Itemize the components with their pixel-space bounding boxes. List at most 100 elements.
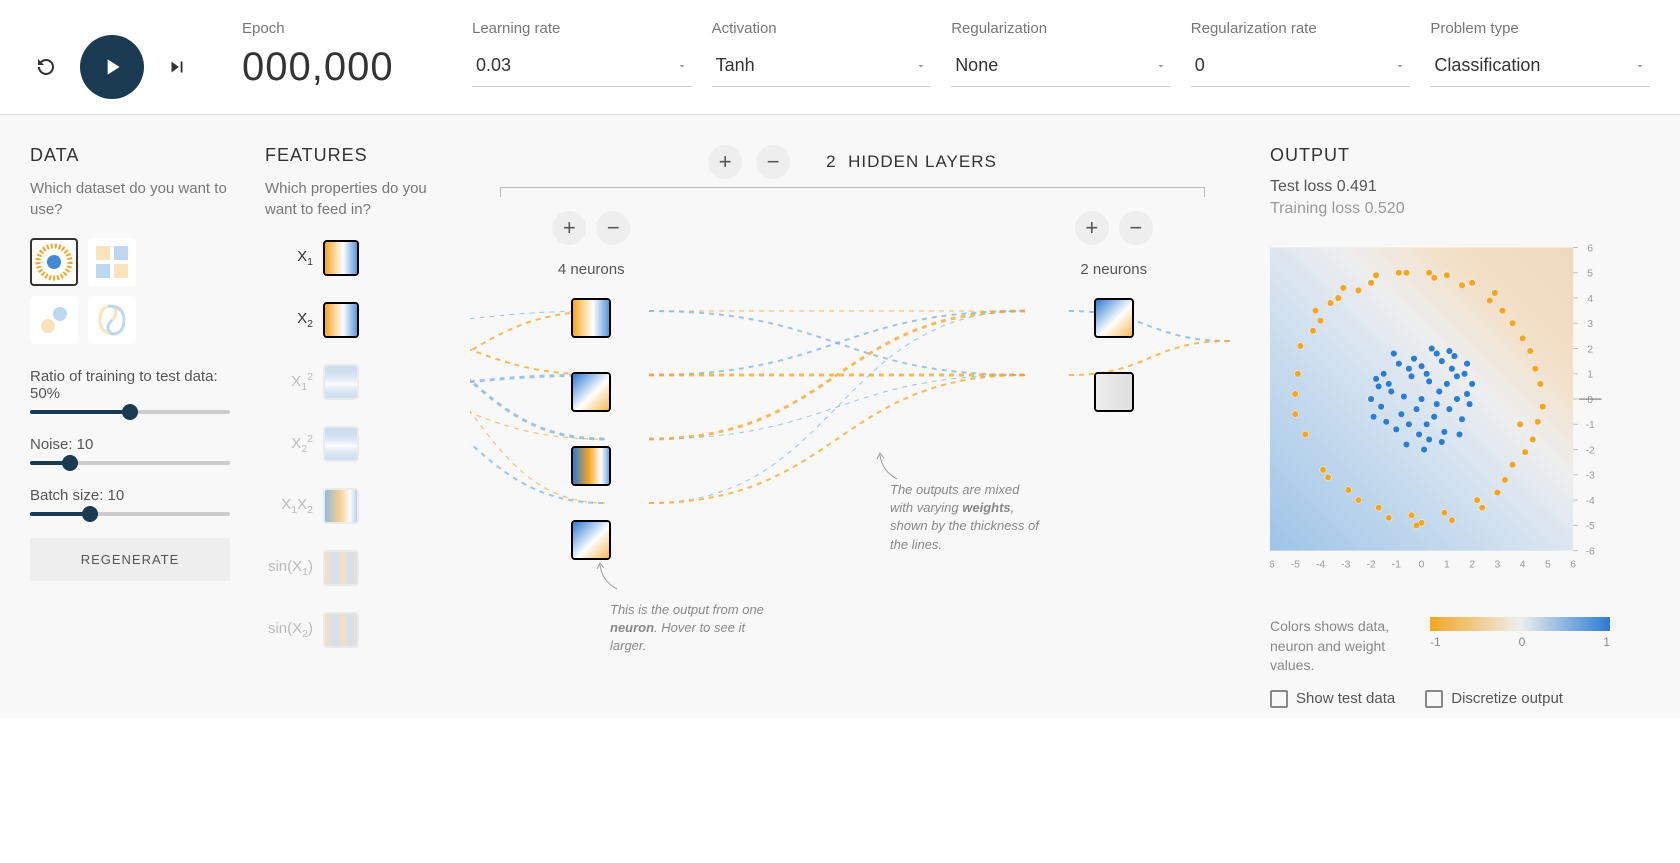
feature-thumb <box>323 364 359 400</box>
dataset-circle-icon <box>34 242 74 282</box>
hidden-layer-2: + − 2 neurons <box>1075 211 1153 691</box>
svg-text:-3: -3 <box>1341 560 1350 571</box>
ratio-slider[interactable] <box>30 410 230 414</box>
feature-thumb <box>323 302 359 338</box>
feature-label: X1 <box>265 248 313 268</box>
svg-text:-2: -2 <box>1586 445 1595 456</box>
reset-button[interactable] <box>30 51 62 83</box>
dataset-gauss[interactable] <box>30 296 78 344</box>
dataset-spiral-icon <box>92 300 132 340</box>
feature-1[interactable]: X2 <box>265 300 435 340</box>
svg-text:-1: -1 <box>1392 560 1401 571</box>
feature-label: sin(X2) <box>265 620 313 640</box>
regularization-rate-label: Regularization rate <box>1191 20 1411 37</box>
noise-label: Noise: 10 <box>30 436 230 453</box>
svg-text:6: 6 <box>1587 243 1593 254</box>
batch-slider[interactable] <box>30 512 230 516</box>
features-subtitle: Which properties do you want to feed in? <box>265 178 435 220</box>
feature-thumb <box>323 426 359 462</box>
neuron-l1-2[interactable] <box>571 372 611 412</box>
svg-text:-2: -2 <box>1366 560 1375 571</box>
neuron-l1-4[interactable] <box>571 520 611 560</box>
hidden-count: 2 <box>826 152 836 171</box>
add-layer-button[interactable]: + <box>708 145 742 179</box>
regularization-rate-select[interactable]: 0 <box>1191 45 1411 87</box>
problem-type-select[interactable]: Classification <box>1430 45 1650 87</box>
chevron-down-icon <box>1394 60 1406 72</box>
chevron-down-icon <box>676 60 688 72</box>
noise-slider[interactable] <box>30 461 230 465</box>
data-title: DATA <box>30 145 230 166</box>
dataset-spiral[interactable] <box>88 296 136 344</box>
svg-text:5: 5 <box>1545 560 1551 571</box>
activation-select[interactable]: Tanh <box>712 45 932 87</box>
feature-0[interactable]: X1 <box>265 238 435 278</box>
dataset-gauss-icon <box>34 300 74 340</box>
neuron-count-l2: 2 neurons <box>1080 261 1147 278</box>
play-button[interactable] <box>80 35 144 99</box>
play-icon <box>99 54 125 80</box>
color-legend: -1 0 1 <box>1430 617 1610 649</box>
chevron-down-icon <box>915 60 927 72</box>
neuron-l1-1[interactable] <box>571 298 611 338</box>
svg-text:-4: -4 <box>1586 496 1595 507</box>
feature-thumb <box>323 488 359 524</box>
remove-neuron-button-l2[interactable]: − <box>1119 211 1153 245</box>
remove-layer-button[interactable]: − <box>756 145 790 179</box>
feature-label: X12 <box>265 371 313 393</box>
remove-neuron-button-l1[interactable]: − <box>596 211 630 245</box>
ratio-label: Ratio of training to test data: 50% <box>30 368 230 402</box>
svg-text:-6: -6 <box>1270 560 1275 571</box>
add-neuron-button-l1[interactable]: + <box>552 211 586 245</box>
feature-6[interactable]: sin(X2) <box>265 610 435 650</box>
checkbox-icon <box>1425 690 1443 708</box>
svg-text:3: 3 <box>1587 319 1593 330</box>
feature-thumb <box>323 550 359 586</box>
skip-next-icon <box>166 56 188 78</box>
svg-text:-1: -1 <box>1586 420 1595 431</box>
chevron-down-icon <box>1634 60 1646 72</box>
regenerate-button[interactable]: REGENERATE <box>30 538 230 581</box>
neuron-l2-2[interactable] <box>1094 372 1134 412</box>
svg-text:1: 1 <box>1444 560 1450 571</box>
svg-text:-5: -5 <box>1586 521 1595 532</box>
svg-text:2: 2 <box>1469 560 1475 571</box>
dataset-xor[interactable] <box>88 238 136 286</box>
problem-type-label: Problem type <box>1430 20 1650 37</box>
neuron-l1-3[interactable] <box>571 446 611 486</box>
activation-label: Activation <box>712 20 932 37</box>
feature-5[interactable]: sin(X1) <box>265 548 435 588</box>
layers-bracket <box>500 187 1205 197</box>
discretize-output-checkbox[interactable]: Discretize output <box>1425 690 1563 708</box>
features-title: FEATURES <box>265 145 435 166</box>
dataset-xor-icon <box>92 242 132 282</box>
epoch-value: 000,000 <box>242 45 452 90</box>
output-title: OUTPUT <box>1270 145 1650 166</box>
neuron-count-l1: 4 neurons <box>558 261 625 278</box>
feature-label: X1X2 <box>265 496 313 516</box>
feature-thumb <box>323 612 359 648</box>
svg-text:-6: -6 <box>1586 546 1595 557</box>
regularization-label: Regularization <box>951 20 1171 37</box>
feature-label: sin(X1) <box>265 558 313 578</box>
feature-2[interactable]: X12 <box>265 362 435 402</box>
epoch-label: Epoch <box>242 20 452 37</box>
neuron-l2-1[interactable] <box>1094 298 1134 338</box>
dataset-circle[interactable] <box>30 238 78 286</box>
add-neuron-button-l2[interactable]: + <box>1075 211 1109 245</box>
chevron-down-icon <box>1155 60 1167 72</box>
output-heatmap[interactable]: -6-5-4-3-2-10123456-6-5-4-3-2-10123456 <box>1270 238 1650 603</box>
step-button[interactable] <box>162 52 192 82</box>
show-test-data-checkbox[interactable]: Show test data <box>1270 690 1395 708</box>
feature-label: X22 <box>265 433 313 455</box>
learning-rate-select[interactable]: 0.03 <box>472 45 692 87</box>
regularization-select[interactable]: None <box>951 45 1171 87</box>
feature-3[interactable]: X22 <box>265 424 435 464</box>
svg-text:2: 2 <box>1587 344 1593 355</box>
feature-thumb <box>323 240 359 276</box>
svg-text:3: 3 <box>1494 560 1500 571</box>
training-loss: Training loss 0.520 <box>1270 200 1650 218</box>
feature-4[interactable]: X1X2 <box>265 486 435 526</box>
svg-text:6: 6 <box>1570 560 1576 571</box>
svg-text:4: 4 <box>1520 560 1526 571</box>
